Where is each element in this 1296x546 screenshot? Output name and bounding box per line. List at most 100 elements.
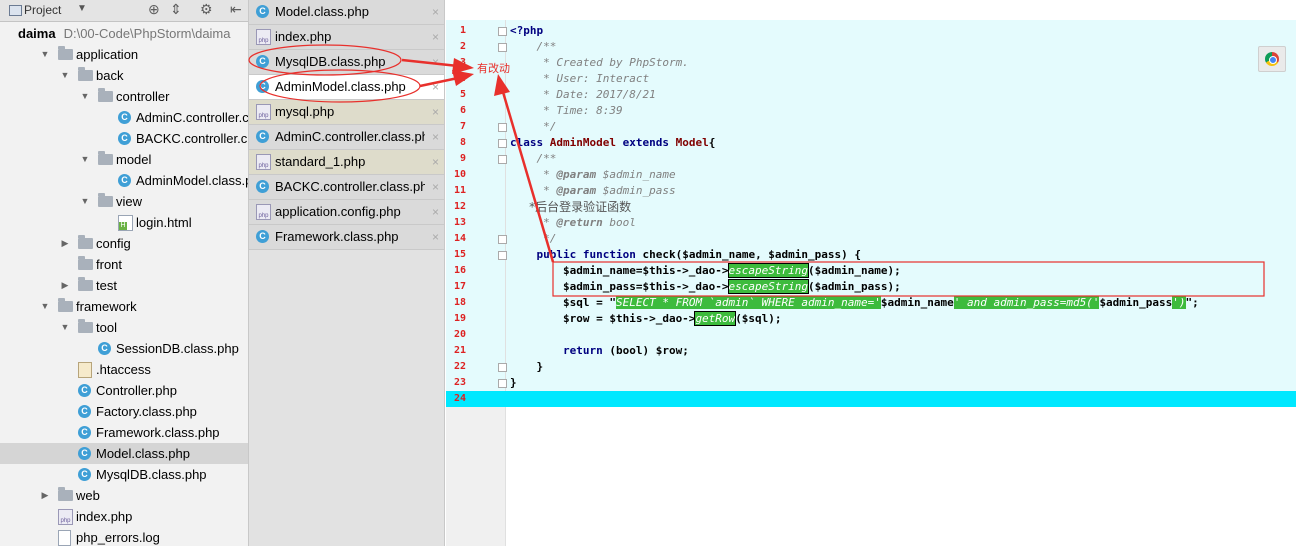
tree-item-name: BACKC.controller.class.php	[136, 131, 249, 146]
close-icon[interactable]: ×	[432, 125, 439, 149]
chevron-down-icon[interactable]: ▼	[80, 149, 90, 170]
fold-marker[interactable]	[498, 235, 507, 244]
chevron-down-icon[interactable]: ▼	[60, 317, 70, 338]
editor-tab[interactable]: php application.config.php ×	[249, 200, 444, 225]
hide-panel-icon[interactable]: ⇤	[230, 1, 242, 18]
chevron-right-icon[interactable]: ▶	[60, 233, 70, 254]
close-icon[interactable]: ×	[432, 0, 439, 24]
tree-item[interactable]: ▶ web	[0, 485, 248, 506]
fold-marker[interactable]	[498, 251, 507, 260]
fold-marker[interactable]	[498, 123, 507, 132]
tree-item[interactable]: C Model.class.php	[0, 443, 248, 464]
chevron-down-icon[interactable]: ▼	[60, 65, 70, 86]
tree-item-name: login.html	[136, 215, 192, 230]
tab-label: MysqlDB.class.php	[275, 54, 386, 69]
close-icon[interactable]: ×	[432, 75, 439, 99]
close-icon[interactable]: ×	[432, 100, 439, 124]
tree-item[interactable]: ▶ config	[0, 233, 248, 254]
chevron-down-icon[interactable]: ▼	[80, 191, 90, 212]
text-file-icon	[58, 530, 71, 546]
tree-item-name: index.php	[76, 509, 133, 524]
line-number: 24	[453, 393, 466, 404]
editor-tab[interactable]: php index.php ×	[249, 25, 444, 50]
folder-icon	[98, 193, 113, 207]
tree-item[interactable]: C Framework.class.php	[0, 422, 248, 443]
line-number: 4	[459, 73, 466, 84]
tree-item[interactable]: .htaccess	[0, 359, 248, 380]
fold-marker[interactable]	[498, 379, 507, 388]
fold-marker[interactable]	[498, 155, 507, 164]
tree-item[interactable]: ▼ back	[0, 65, 248, 86]
editor-tab[interactable]: php mysql.php ×	[249, 100, 444, 125]
tree-item[interactable]: ▼ view	[0, 191, 248, 212]
fold-marker[interactable]	[498, 43, 507, 52]
tree-item[interactable]: C BACKC.controller.class.php	[0, 128, 248, 149]
tree-item-name: .htaccess	[96, 362, 151, 377]
chevron-right-icon[interactable]: ▶	[40, 485, 50, 506]
tree-item-label: back	[96, 65, 123, 86]
collapse-all-icon[interactable]: ⇕	[170, 1, 182, 18]
line-number: 19	[453, 313, 466, 324]
close-icon[interactable]: ×	[432, 175, 439, 199]
fold-marker[interactable]	[498, 139, 507, 148]
tree-item-label: tool	[96, 317, 117, 338]
close-icon[interactable]: ×	[432, 50, 439, 74]
tree-item-label: AdminC.controller.class.php	[136, 107, 248, 128]
tree-item[interactable]: C SessionDB.class.php	[0, 338, 248, 359]
tree-item[interactable]: C AdminModel.class.php	[0, 170, 248, 191]
fold-marker[interactable]	[498, 27, 507, 36]
fold-marker[interactable]	[498, 363, 507, 372]
editor-tab[interactable]: C MysqlDB.class.php ×	[249, 50, 444, 75]
editor-tab[interactable]: C Framework.class.php ×	[249, 225, 444, 250]
tree-item[interactable]: C AdminC.controller.class.php	[0, 107, 248, 128]
close-icon[interactable]: ×	[432, 25, 439, 49]
line-number: 9	[459, 153, 466, 164]
tree-item-name: front	[96, 257, 123, 272]
code-line-7: */	[510, 120, 557, 133]
tree-item[interactable]: ▼ framework	[0, 296, 248, 317]
chrome-browser-icon[interactable]	[1258, 46, 1286, 72]
tree-item[interactable]: ▼ model	[0, 149, 248, 170]
tree-item-label: BACKC.controller.class.php	[136, 128, 249, 149]
code-editor[interactable]: <?php /** * Created by PhpStorm. * User:…	[446, 0, 1296, 546]
folder-icon	[78, 67, 93, 81]
code-line-14: */	[510, 232, 557, 245]
tree-item[interactable]: login.html	[0, 212, 248, 233]
editor-tab[interactable]: C Model.class.php ×	[249, 0, 444, 25]
close-icon[interactable]: ×	[432, 150, 439, 174]
tree-item[interactable]: ▼ tool	[0, 317, 248, 338]
editor-tab[interactable]: C BACKC.controller.class.php ×	[249, 175, 444, 200]
chevron-down-icon[interactable]: ▼	[40, 296, 50, 317]
tree-item[interactable]: C Controller.php	[0, 380, 248, 401]
line-number: 20	[453, 329, 466, 340]
tree-item[interactable]: php index.php	[0, 506, 248, 527]
code-line-6: * Time: 8:39	[510, 104, 623, 117]
gear-icon[interactable]: ⚙	[200, 1, 213, 18]
chevron-down-icon[interactable]: ▼	[80, 86, 90, 107]
target-icon[interactable]: ⊕	[148, 1, 160, 18]
tree-item[interactable]: ▶ test	[0, 275, 248, 296]
php-class-icon: C	[118, 132, 131, 145]
tree-item-name: SessionDB.class.php	[116, 341, 239, 356]
tree-item[interactable]: C Factory.class.php	[0, 401, 248, 422]
editor-tab[interactable]: C AdminC.controller.class.php ×	[249, 125, 444, 150]
tree-item[interactable]: ▼ application	[0, 44, 248, 65]
close-icon[interactable]: ×	[432, 200, 439, 224]
tree-item[interactable]: daima D:\00-Code\PhpStorm\daima	[0, 23, 248, 44]
chevron-down-icon[interactable]: ▼	[40, 44, 50, 65]
editor-tab[interactable]: php standard_1.php ×	[249, 150, 444, 175]
tree-item-label: front	[96, 254, 122, 275]
tree-item[interactable]: front	[0, 254, 248, 275]
tree-item-label: SessionDB.class.php	[116, 338, 239, 359]
chevron-right-icon[interactable]: ▶	[60, 275, 70, 296]
tree-item-name: Model.class.php	[96, 446, 190, 461]
close-icon[interactable]: ×	[432, 225, 439, 249]
tree-item[interactable]: C MysqlDB.class.php	[0, 464, 248, 485]
tree-item[interactable]: ▼ controller	[0, 86, 248, 107]
chevron-down-icon[interactable]: ▼	[77, 3, 87, 14]
tree-item-label: view	[116, 191, 142, 212]
editor-tab[interactable]: C AdminModel.class.php ×	[249, 75, 444, 100]
project-panel-title[interactable]: Project	[24, 3, 61, 17]
tree-item[interactable]: php_errors.log	[0, 527, 248, 546]
tab-label: standard_1.php	[275, 154, 366, 169]
